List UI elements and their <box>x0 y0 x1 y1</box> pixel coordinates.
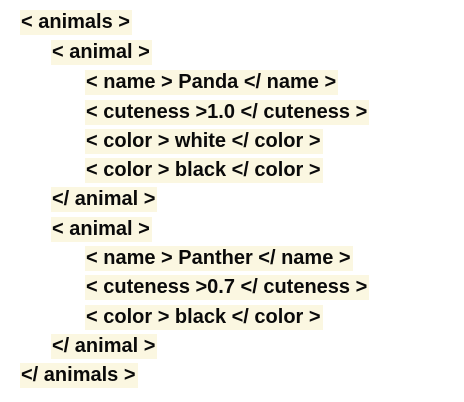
xml-line-color: < color > black </ color > <box>85 305 323 330</box>
xml-line-animals-open: < animals > <box>20 10 132 35</box>
xml-line-color: < color > black </ color > <box>85 158 323 183</box>
xml-line-name: < name > Panda </ name > <box>85 70 339 95</box>
xml-line-animal-open: < animal > <box>51 217 152 242</box>
xml-line-cuteness: < cuteness >1.0 </ cuteness > <box>85 100 370 125</box>
xml-line-name: < name > Panther </ name > <box>85 246 353 271</box>
xml-line-animal-close: </ animal > <box>51 187 158 212</box>
xml-line-animal-open: < animal > <box>51 40 152 65</box>
xml-line-color: < color > white </ color > <box>85 129 323 154</box>
xml-line-animal-close: </ animal > <box>51 334 158 359</box>
xml-line-cuteness: < cuteness >0.7 </ cuteness > <box>85 275 370 300</box>
xml-line-animals-close: </ animals > <box>20 363 138 388</box>
xml-listing: < animals > < animal > < name > Panda </… <box>0 0 464 402</box>
